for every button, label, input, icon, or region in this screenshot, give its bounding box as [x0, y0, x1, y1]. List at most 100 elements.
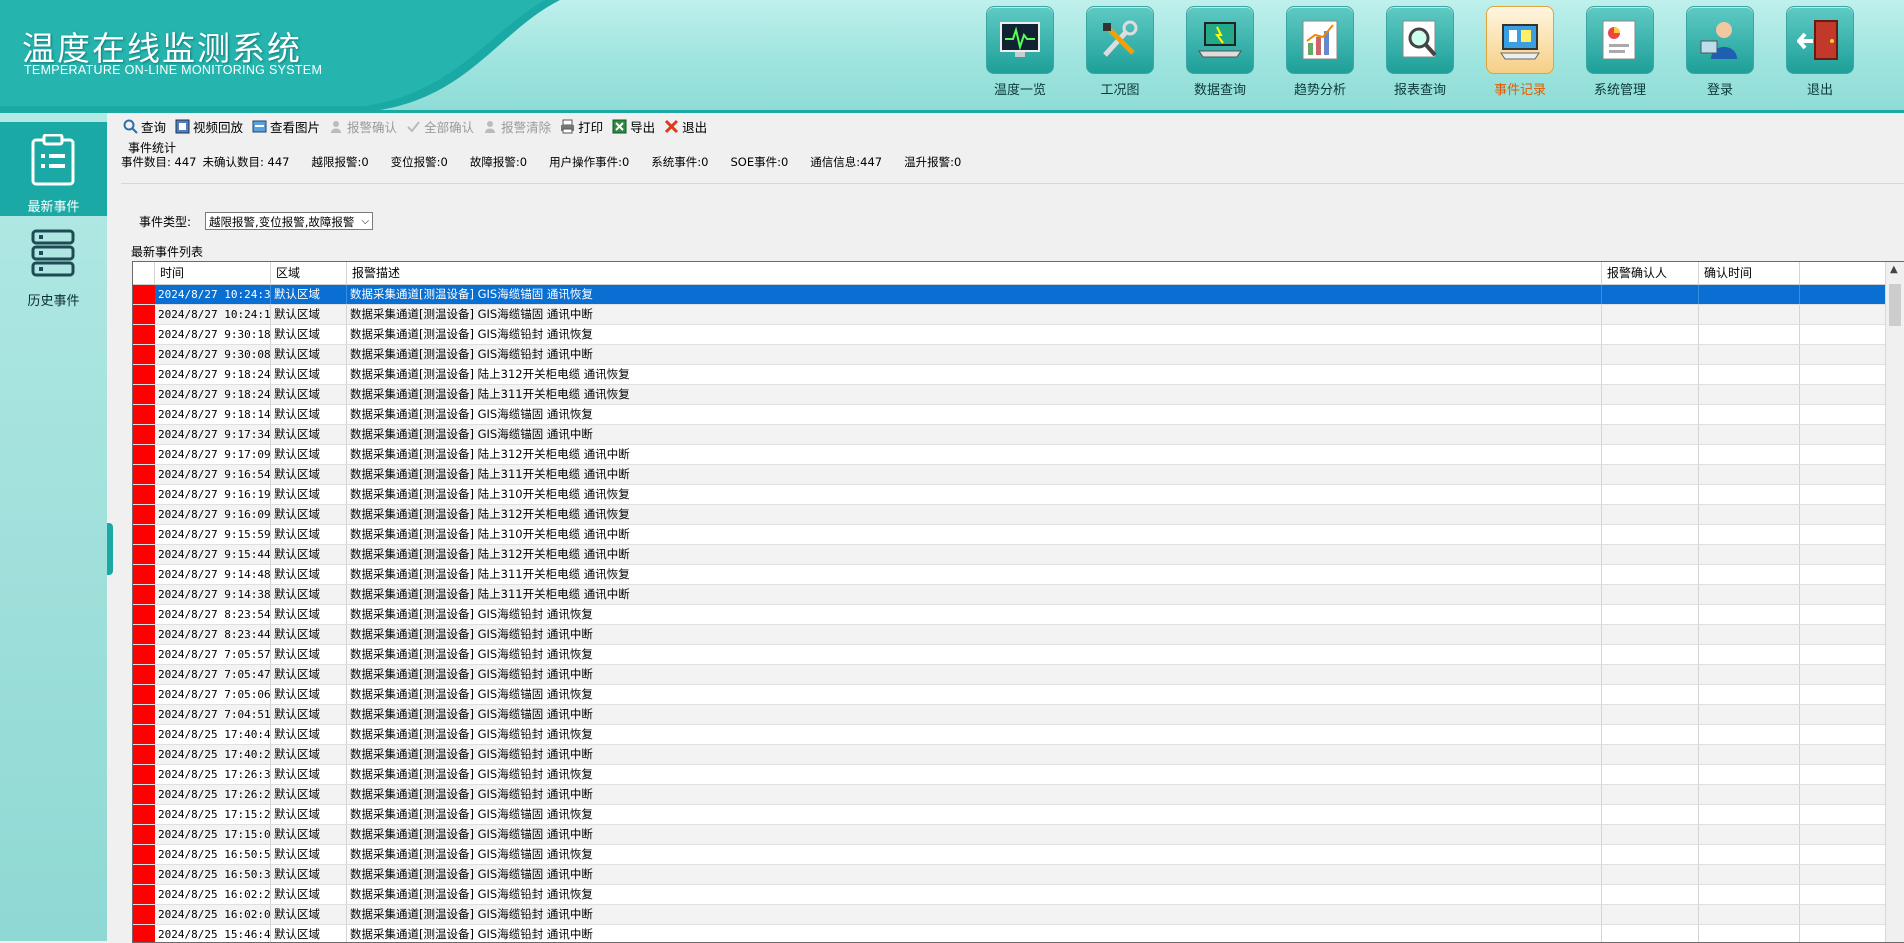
cell-area: 默认区域 [271, 805, 347, 824]
vertical-scrollbar[interactable]: ▲ [1885, 262, 1904, 942]
table-row[interactable]: 2024/8/25 17:26:21 默认区域 数据采集通道[测温设备] GIS海缆… [133, 785, 1885, 805]
table-row[interactable]: 2024/8/27 9:16:19 默认区域 数据采集通道[测温设备] 陆上310开… [133, 485, 1885, 505]
nav-system-management[interactable]: 系统管理 [1582, 6, 1658, 100]
table-row[interactable]: 2024/8/27 10:24:33 默认区域 数据采集通道[测温设备] GIS海缆… [133, 285, 1885, 305]
nav-temperature-overview[interactable]: 温度一览 [982, 6, 1058, 100]
table-row[interactable]: 2024/8/27 9:18:24 默认区域 数据采集通道[测温设备] 陆上311开… [133, 385, 1885, 405]
table-row[interactable]: 2024/8/27 10:24:18 默认区域 数据采集通道[测温设备] GIS海缆… [133, 305, 1885, 325]
table-row[interactable]: 2024/8/27 7:05:47 默认区域 数据采集通道[测温设备] GIS海缆铅… [133, 665, 1885, 685]
cell-time: 2024/8/27 9:14:38 [155, 585, 271, 604]
cell-time: 2024/8/27 9:16:09 [155, 505, 271, 524]
confirm-all-button[interactable]: 全部确认 [406, 115, 474, 137]
alarm-flag [133, 285, 155, 304]
nav-event-log[interactable]: 事件记录 [1482, 6, 1558, 100]
table-row[interactable]: 2024/8/27 9:18:14 默认区域 数据采集通道[测温设备] GIS海缆锚… [133, 405, 1885, 425]
sidebar-item-latest-events[interactable]: 最新事件 [0, 122, 107, 216]
table-row[interactable]: 2024/8/25 17:40:40 默认区域 数据采集通道[测温设备] GIS海缆… [133, 725, 1885, 745]
cell-confirmer [1602, 305, 1699, 324]
table-row[interactable]: 2024/8/27 9:17:34 默认区域 数据采集通道[测温设备] GIS海缆锚… [133, 425, 1885, 445]
scrollbar-thumb[interactable] [1889, 284, 1901, 326]
sidebar-item-history-events[interactable]: 历史事件 [0, 216, 107, 310]
table-row[interactable]: 2024/8/25 17:26:31 默认区域 数据采集通道[测温设备] GIS海缆… [133, 765, 1885, 785]
nav-login[interactable]: 登录 [1682, 6, 1758, 100]
scroll-up-icon[interactable]: ▲ [1890, 264, 1898, 275]
cell-confirm-time [1699, 445, 1800, 464]
cell-area: 默认区域 [271, 725, 347, 744]
nav-working-diagram[interactable]: 工况图 [1082, 6, 1158, 100]
event-type-select[interactable]: 越限报警,变位报警,故障报警 ⌵ [205, 212, 374, 230]
view-image-button[interactable]: 查看图片 [252, 115, 320, 137]
confirm-all-icon [406, 119, 421, 134]
cell-description: 数据采集通道[测温设备] GIS海缆锚固 通讯恢复 [347, 805, 1602, 824]
alarm-clear-button[interactable]: 报警清除 [483, 115, 551, 137]
table-row[interactable]: 2024/8/25 15:46:40 默认区域 数据采集通道[测温设备] GIS海缆… [133, 925, 1885, 942]
nav-exit[interactable]: 退出 [1782, 6, 1858, 100]
cell-time: 2024/8/25 16:02:24 [155, 885, 271, 904]
alarm-flag [133, 885, 155, 904]
table-row[interactable]: 2024/8/27 9:30:08 默认区域 数据采集通道[测温设备] GIS海缆铅… [133, 345, 1885, 365]
stat-event-count: 事件数目: 447 [121, 155, 197, 169]
table-row[interactable]: 2024/8/27 9:16:54 默认区域 数据采集通道[测温设备] 陆上311开… [133, 465, 1885, 485]
column-header-time[interactable]: 时间 [155, 262, 271, 284]
cell-time: 2024/8/27 9:17:34 [155, 425, 271, 444]
alarm-flag [133, 825, 155, 844]
table-row[interactable]: 2024/8/27 9:14:48 默认区域 数据采集通道[测温设备] 陆上311开… [133, 565, 1885, 585]
print-button[interactable]: 打印 [560, 115, 603, 137]
cell-confirmer [1602, 585, 1699, 604]
cell-time: 2024/8/27 9:15:44 [155, 545, 271, 564]
video-playback-button[interactable]: 视频回放 [175, 115, 243, 137]
column-header-area[interactable]: 区域 [271, 262, 347, 284]
cell-description: 数据采集通道[测温设备] GIS海缆铅封 通讯中断 [347, 925, 1602, 942]
table-row[interactable]: 2024/8/25 17:15:28 默认区域 数据采集通道[测温设备] GIS海缆… [133, 805, 1885, 825]
table-row[interactable]: 2024/8/27 9:18:24 默认区域 数据采集通道[测温设备] 陆上312开… [133, 365, 1885, 385]
table-row[interactable]: 2024/8/25 16:50:37 默认区域 数据采集通道[测温设备] GIS海缆… [133, 865, 1885, 885]
table-row[interactable]: 2024/8/25 16:50:52 默认区域 数据采集通道[测温设备] GIS海缆… [133, 845, 1885, 865]
server-list-icon [31, 229, 75, 277]
table-row[interactable]: 2024/8/27 9:14:38 默认区域 数据采集通道[测温设备] 陆上311开… [133, 585, 1885, 605]
table-row[interactable]: 2024/8/27 7:04:51 默认区域 数据采集通道[测温设备] GIS海缆锚… [133, 705, 1885, 725]
cell-description: 数据采集通道[测温设备] GIS海缆铅封 通讯恢复 [347, 645, 1602, 664]
cell-time: 2024/8/27 7:04:51 [155, 705, 271, 724]
alarm-confirm-button[interactable]: 报警确认 [329, 115, 397, 137]
export-button[interactable]: 导出 [612, 115, 655, 137]
table-row[interactable]: 2024/8/25 17:15:08 默认区域 数据采集通道[测温设备] GIS海缆… [133, 825, 1885, 845]
chevron-down-icon: ⌵ [361, 216, 370, 227]
cell-area: 默认区域 [271, 565, 347, 584]
cell-description: 数据采集通道[测温设备] GIS海缆铅封 通讯恢复 [347, 325, 1602, 344]
nav-report-query[interactable]: 报表查询 [1382, 6, 1458, 100]
table-row[interactable]: 2024/8/27 7:05:06 默认区域 数据采集通道[测温设备] GIS海缆锚… [133, 685, 1885, 705]
table-row[interactable]: 2024/8/27 9:17:09 默认区域 数据采集通道[测温设备] 陆上312开… [133, 445, 1885, 465]
column-header-description[interactable]: 报警描述 [347, 262, 1602, 284]
cell-confirm-time [1699, 565, 1800, 584]
table-row[interactable]: 2024/8/25 16:02:09 默认区域 数据采集通道[测温设备] GIS海缆… [133, 905, 1885, 925]
cell-area: 默认区域 [271, 645, 347, 664]
cell-confirmer [1602, 405, 1699, 424]
nav-data-query[interactable]: 数据查询 [1182, 6, 1258, 100]
cell-area: 默认区域 [271, 605, 347, 624]
table-row[interactable]: 2024/8/27 9:15:59 默认区域 数据采集通道[测温设备] 陆上310开… [133, 525, 1885, 545]
exit-button[interactable]: 退出 [664, 115, 707, 137]
cell-description: 数据采集通道[测温设备] GIS海缆锚固 通讯中断 [347, 865, 1602, 884]
table-row[interactable]: 2024/8/27 8:23:44 默认区域 数据采集通道[测温设备] GIS海缆铅… [133, 625, 1885, 645]
table-row[interactable]: 2024/8/27 7:05:57 默认区域 数据采集通道[测温设备] GIS海缆铅… [133, 645, 1885, 665]
table-row[interactable]: 2024/8/25 16:02:24 默认区域 数据采集通道[测温设备] GIS海缆… [133, 885, 1885, 905]
column-header-confirm-time[interactable]: 确认时间 [1699, 262, 1800, 284]
cell-area: 默认区域 [271, 685, 347, 704]
image-icon [252, 119, 267, 134]
cell-confirmer [1602, 385, 1699, 404]
cell-area: 默认区域 [271, 825, 347, 844]
tools-icon [1086, 6, 1154, 74]
alarm-flag [133, 645, 155, 664]
table-row[interactable]: 2024/8/27 9:15:44 默认区域 数据采集通道[测温设备] 陆上312开… [133, 545, 1885, 565]
cell-area: 默认区域 [271, 465, 347, 484]
event-type-filter: 事件类型: 越限报警,变位报警,故障报警 ⌵ [139, 212, 374, 230]
column-header-confirmer[interactable]: 报警确认人 [1602, 262, 1699, 284]
query-button[interactable]: 查询 [123, 115, 166, 137]
table-row[interactable]: 2024/8/27 9:30:18 默认区域 数据采集通道[测温设备] GIS海缆铅… [133, 325, 1885, 345]
table-row[interactable]: 2024/8/27 9:16:09 默认区域 数据采集通道[测温设备] 陆上312开… [133, 505, 1885, 525]
table-row[interactable]: 2024/8/27 8:23:54 默认区域 数据采集通道[测温设备] GIS海缆铅… [133, 605, 1885, 625]
cell-confirm-time [1699, 925, 1800, 942]
cell-time: 2024/8/27 9:16:54 [155, 465, 271, 484]
table-row[interactable]: 2024/8/25 17:40:25 默认区域 数据采集通道[测温设备] GIS海缆… [133, 745, 1885, 765]
nav-trend-analysis[interactable]: 趋势分析 [1282, 6, 1358, 100]
